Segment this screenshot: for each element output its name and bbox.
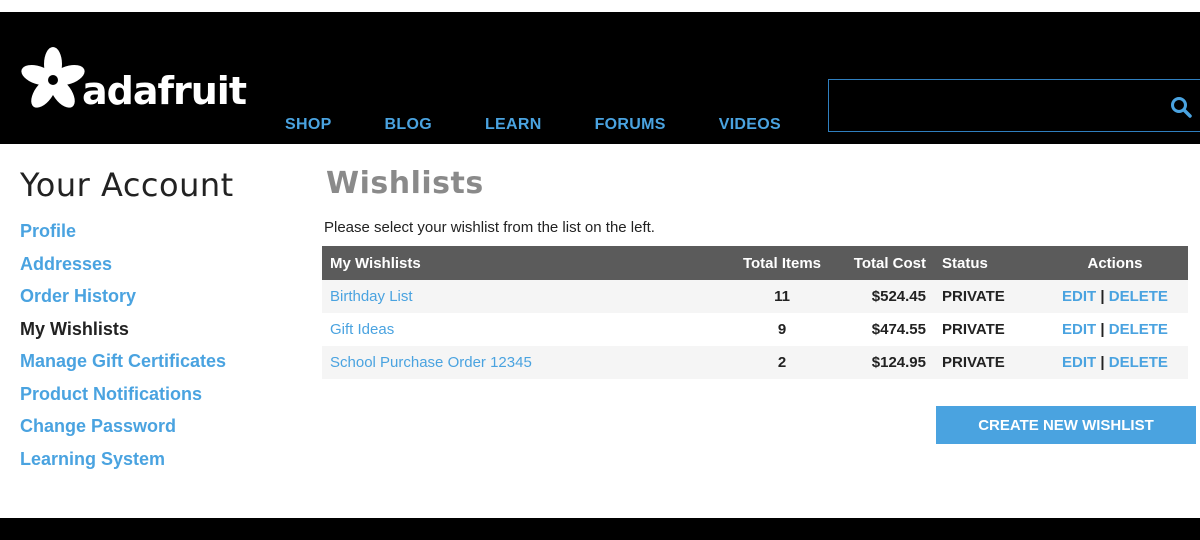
sidebar-item-order-history[interactable]: Order History xyxy=(20,285,290,318)
main-nav: SHOP BLOG LEARN FORUMS VIDEOS xyxy=(285,116,834,134)
action-separator: | xyxy=(1100,321,1105,338)
delete-link[interactable]: DELETE xyxy=(1109,288,1168,305)
sidebar-item-product-notifications[interactable]: Product Notifications xyxy=(20,383,290,416)
sidebar-item-addresses[interactable]: Addresses xyxy=(20,253,290,286)
total-items: 9 xyxy=(777,321,787,338)
delete-link[interactable]: DELETE xyxy=(1109,321,1168,338)
nav-videos[interactable]: VIDEOS xyxy=(719,116,781,134)
row-actions: EDIT | DELETE xyxy=(1042,346,1188,379)
edit-link[interactable]: EDIT xyxy=(1062,354,1096,371)
intro-text: Please select your wishlist from the lis… xyxy=(324,219,655,236)
table-row: Birthday List 11 $524.45 PRIVATE EDIT | … xyxy=(322,280,1188,313)
header-total-cost: Total Cost xyxy=(853,254,926,272)
wishlist-link[interactable]: Gift Ideas xyxy=(330,321,394,338)
total-cost: $124.95 xyxy=(871,354,926,371)
sidebar-item-change-password[interactable]: Change Password xyxy=(20,415,290,448)
table-row: School Purchase Order 12345 2 $124.95 PR… xyxy=(322,346,1188,379)
action-separator: | xyxy=(1100,354,1105,371)
account-menu: Profile Addresses Order History My Wishl… xyxy=(20,220,290,480)
nav-shop[interactable]: SHOP xyxy=(285,116,332,134)
delete-link[interactable]: DELETE xyxy=(1109,354,1168,371)
row-actions: EDIT | DELETE xyxy=(1042,280,1188,313)
total-items: 2 xyxy=(777,354,787,371)
sidebar-item-label[interactable]: Profile xyxy=(20,221,76,241)
header-status: Status xyxy=(942,254,988,272)
create-new-wishlist-button[interactable]: CREATE NEW WISHLIST xyxy=(936,406,1196,444)
table-row: Gift Ideas 9 $474.55 PRIVATE EDIT | DELE… xyxy=(322,313,1188,346)
nav-blog[interactable]: BLOG xyxy=(385,116,432,134)
edit-link[interactable]: EDIT xyxy=(1062,288,1096,305)
account-sidebar: Your Account Profile Addresses Order His… xyxy=(20,166,290,480)
status-text: PRIVATE xyxy=(942,354,1005,371)
wishlists-main: Wishlists Please select your wishlist fr… xyxy=(322,166,1200,379)
sidebar-item-label[interactable]: Product Notifications xyxy=(20,384,202,404)
sidebar-item-profile[interactable]: Profile xyxy=(20,220,290,253)
sidebar-item-label[interactable]: Order History xyxy=(20,286,136,306)
search-icon[interactable] xyxy=(1170,96,1192,118)
nav-learn[interactable]: LEARN xyxy=(485,116,542,134)
total-cost: $474.55 xyxy=(871,321,926,338)
sidebar-item-my-wishlists: My Wishlists xyxy=(20,318,290,351)
row-actions: EDIT | DELETE xyxy=(1042,313,1188,346)
status-text: PRIVATE xyxy=(942,321,1005,338)
sidebar-item-label[interactable]: Manage Gift Certificates xyxy=(20,351,226,371)
wishlists-table: My Wishlists Total Items Total Cost Stat… xyxy=(322,246,1188,379)
site-header: adafruit SHOP BLOG LEARN FORUMS VIDEOS xyxy=(0,12,1200,144)
adafruit-flower-icon xyxy=(21,47,85,108)
total-cost: $524.45 xyxy=(871,288,926,305)
status-text: PRIVATE xyxy=(942,288,1005,305)
table-header: My Wishlists Total Items Total Cost Stat… xyxy=(322,246,1188,280)
sidebar-item-label[interactable]: Learning System xyxy=(20,449,165,469)
sidebar-item-label: My Wishlists xyxy=(20,318,129,339)
total-items: 11 xyxy=(774,288,790,305)
site-footer xyxy=(0,518,1200,540)
sidebar-item-label[interactable]: Addresses xyxy=(20,254,112,274)
wishlist-link[interactable]: School Purchase Order 12345 xyxy=(330,354,532,371)
adafruit-logo[interactable]: adafruit xyxy=(18,44,247,114)
page-title: Wishlists xyxy=(326,166,484,201)
logo-text: adafruit xyxy=(82,69,247,113)
nav-forums[interactable]: FORUMS xyxy=(595,116,666,134)
sidebar-title: Your Account xyxy=(20,166,234,204)
edit-link[interactable]: EDIT xyxy=(1062,321,1096,338)
sidebar-item-gift-certificates[interactable]: Manage Gift Certificates xyxy=(20,350,290,383)
action-separator: | xyxy=(1100,288,1105,305)
search-input[interactable] xyxy=(829,80,1159,131)
sidebar-item-label[interactable]: Change Password xyxy=(20,416,176,436)
search-box xyxy=(828,79,1200,132)
header-actions: Actions xyxy=(1087,254,1143,272)
header-my-wishlists: My Wishlists xyxy=(330,254,421,272)
wishlist-link[interactable]: Birthday List xyxy=(330,288,413,305)
sidebar-item-learning-system[interactable]: Learning System xyxy=(20,448,290,481)
header-total-items: Total Items xyxy=(742,254,822,272)
